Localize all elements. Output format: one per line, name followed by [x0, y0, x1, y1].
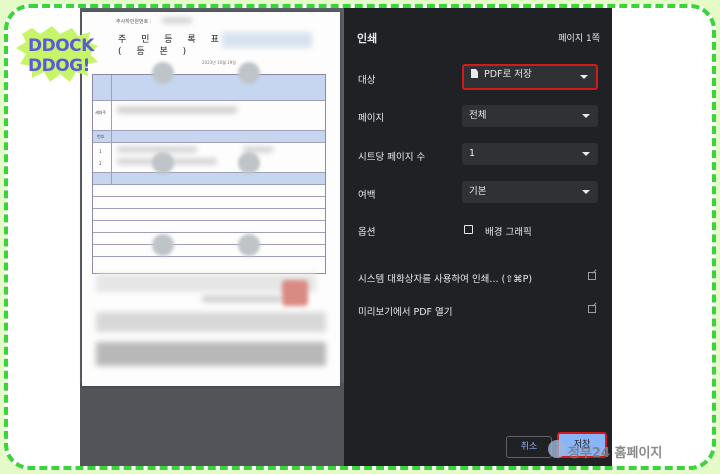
gov24-logo-icon [548, 440, 566, 458]
document-title: 주 민 등 록 표 ( 등 본 ) [118, 34, 225, 58]
row-label-head: 세대주 [95, 110, 107, 115]
chevron-down-icon [582, 190, 590, 194]
document-table: 세대주 번호 1 2 [92, 74, 326, 274]
open-pdf-preview-link[interactable]: 미리보기에서 PDF 열기 [358, 304, 452, 318]
pages-per-sheet-value: 1 [469, 148, 476, 159]
watermark-seal [152, 234, 174, 256]
system-dialog-link[interactable]: 시스템 대화상자를 사용하여 인쇄... (⇧⌘P) [358, 271, 532, 285]
document-title-line1: 주 민 등 록 표 [118, 35, 225, 45]
row-label-number: 번호 [97, 134, 105, 139]
watermark-seal [152, 152, 174, 174]
watermark-seal [238, 152, 260, 174]
background-graphics-label[interactable]: 배경 그래픽 [485, 224, 532, 238]
margins-label: 여백 [358, 190, 376, 201]
logo-line1: DDOCK [28, 36, 94, 56]
print-dialog: 인쇄 페이지 1쪽 대상 PDF로 저장 페이지 전체 시트당 페이지 수 1 … [344, 8, 612, 466]
watermark-seal [238, 234, 260, 256]
open-external-icon[interactable] [588, 272, 596, 280]
preview-page: 주사하민원번호 : 주 민 등 록 표 ( 등 본 ) 2023년 10월 19… [82, 12, 340, 386]
margins-select[interactable]: 기본 [462, 181, 598, 203]
page-count: 페이지 1쪽 [558, 34, 600, 44]
destination-label: 대상 [358, 75, 376, 86]
watermark-seal [152, 62, 174, 84]
pages-value: 전체 [469, 110, 487, 121]
pages-per-sheet-select[interactable]: 1 [462, 143, 598, 165]
margins-value: 기본 [469, 186, 487, 197]
background-graphics-checkbox[interactable] [464, 225, 473, 234]
document-date: 2023년 10월 19일 [202, 60, 236, 65]
ddockddog-logo: DDOCK DDOG! [14, 24, 110, 84]
logo-line2: DDOG! [28, 56, 90, 76]
official-stamp [282, 280, 308, 306]
cancel-button[interactable]: 취소 [506, 436, 552, 458]
row-label-1: 1 [99, 149, 102, 154]
frame: 주사하민원번호 : 주 민 등 록 표 ( 등 본 ) 2023년 10월 19… [4, 4, 716, 470]
pages-per-sheet-label: 시트당 페이지 수 [358, 152, 426, 163]
row-label-2: 2 [99, 161, 102, 166]
destination-select[interactable]: PDF로 저장 [462, 64, 598, 90]
file-icon [471, 69, 478, 78]
document-header: 주사하민원번호 : [116, 19, 152, 25]
options-label: 옵션 [358, 227, 376, 238]
chevron-down-icon [582, 152, 590, 156]
site-watermark: 정부24 홈페이지 [568, 446, 663, 461]
document-title-line2: ( 등 본 ) [118, 47, 193, 57]
dialog-title: 인쇄 [357, 32, 378, 45]
destination-value: PDF로 저장 [484, 69, 532, 80]
chevron-down-icon [582, 114, 590, 118]
chevron-down-icon [580, 75, 588, 79]
watermark-seal [238, 62, 260, 84]
pages-select[interactable]: 전체 [462, 105, 598, 127]
open-external-icon[interactable] [588, 305, 596, 313]
pages-label: 페이지 [358, 113, 385, 124]
